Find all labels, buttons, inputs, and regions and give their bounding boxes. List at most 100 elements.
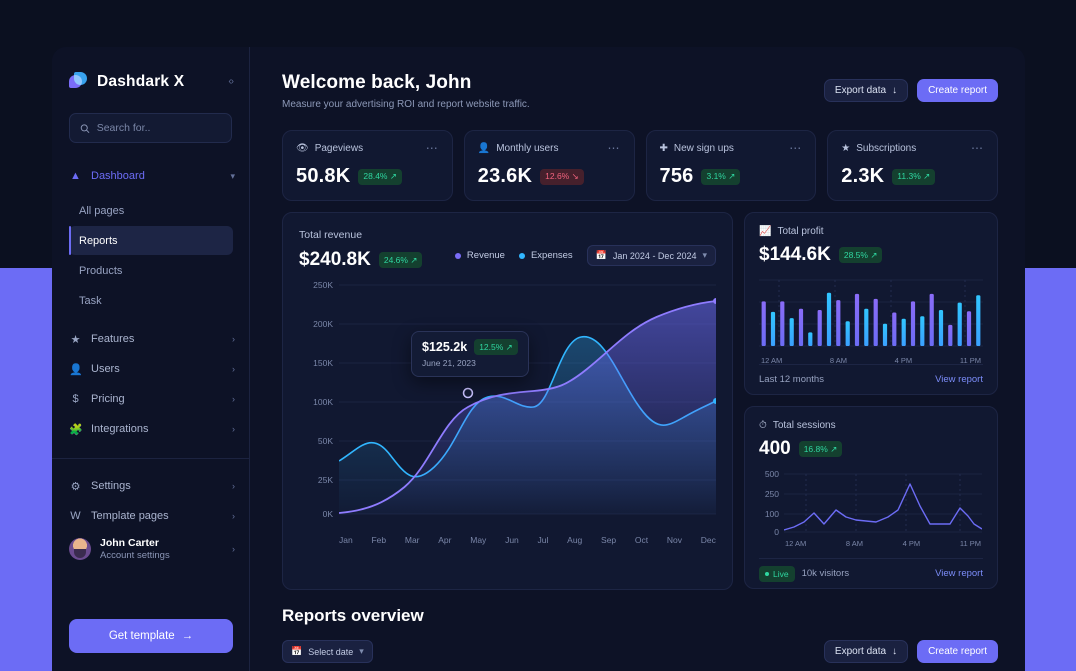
revenue-plot-area (339, 281, 716, 516)
right-column: 📈 Total profit $144.6K 28.5% ↗ (744, 212, 998, 590)
legend-item-revenue[interactable]: Revenue (455, 250, 505, 261)
export-data-button[interactable]: Export data ↓ (824, 79, 908, 102)
brand-logo[interactable]: Dashdark X ‹› (52, 47, 249, 91)
legend-item-expenses[interactable]: Expenses (519, 250, 573, 261)
star-icon: ★ (69, 333, 82, 346)
revenue-title-block: Total revenue $240.8K 24.6% ↗ (299, 229, 422, 271)
chevron-right-icon: › (232, 334, 235, 344)
reports-overview-section: Reports overview 📅 Select date ▾ Export … (282, 606, 998, 663)
x-tick: May (470, 535, 486, 545)
tooltip-change-badge: 12.5% ↗ (474, 339, 518, 355)
y-tick: 150K (313, 358, 333, 368)
user-subtitle: Account settings (100, 550, 170, 562)
line-chart-icon: 📈 (759, 226, 771, 237)
profit-bar (790, 318, 794, 346)
sidebar-collapse-icon[interactable]: ‹› (228, 76, 233, 87)
kpi-card-subscriptions[interactable]: ★ Subscriptions ⋯ 2.3K 11.3% ↗ (827, 130, 998, 201)
get-template-button[interactable]: Get template → (69, 619, 233, 653)
kpi-change-value: 11.3% (897, 171, 920, 181)
kpi-label: Subscriptions (856, 143, 916, 154)
profit-bar (948, 325, 952, 346)
export-data-button-bottom[interactable]: Export data ↓ (824, 640, 908, 663)
kpi-card-new-signups[interactable]: ✚ New sign ups ⋯ 756 3.1% ↗ (646, 130, 817, 201)
date-range-picker[interactable]: 📅 Jan 2024 - Dec 2024 ▾ (587, 245, 716, 266)
kpi-value-row: 756 3.1% ↗ (660, 165, 803, 188)
kpi-change-badge: 12.6% ↘ (540, 169, 584, 185)
sidebar-item-template-pages[interactable]: W Template pages › (52, 501, 249, 531)
total-profit-card: 📈 Total profit $144.6K 28.5% ↗ (744, 212, 998, 395)
sidebar-item-users[interactable]: 👤 Users › (52, 354, 249, 384)
chevron-down-icon: ▾ (359, 646, 364, 657)
kpi-more-icon[interactable]: ⋯ (971, 145, 984, 152)
y-tick: 250 (765, 489, 779, 499)
sessions-change-value: 16.8% (804, 444, 828, 454)
search-box[interactable] (69, 113, 232, 143)
user-icon: 👤 (478, 143, 490, 154)
create-report-button[interactable]: Create report (917, 79, 998, 102)
x-tick: 8 AM (846, 539, 863, 548)
sidebar-item-integrations[interactable]: 🧩 Integrations › (52, 414, 249, 444)
sessions-value: 400 (759, 438, 791, 460)
sidebar-item-settings[interactable]: ⚙ Settings › (52, 471, 249, 501)
profit-view-report-link[interactable]: View report (935, 374, 983, 385)
sidebar-item-dashboard[interactable]: ▲ Dashboard ▾ (52, 161, 249, 191)
kpi-more-icon[interactable]: ⋯ (608, 145, 621, 152)
y-tick: 100 (765, 509, 779, 519)
sidebar-item-reports[interactable]: Reports (69, 226, 233, 255)
revenue-header: Total revenue $240.8K 24.6% ↗ Reve (299, 229, 716, 271)
trend-up-icon: ↗ (728, 171, 735, 181)
sidebar-item-task[interactable]: Task (69, 286, 233, 315)
revenue-value-row: $240.8K 24.6% ↗ (299, 249, 422, 271)
kpi-card-monthly-users[interactable]: 👤 Monthly users ⋯ 23.6K 12.6% ↘ (464, 130, 635, 201)
kpi-more-icon[interactable]: ⋯ (789, 145, 802, 152)
profit-bar (976, 295, 980, 346)
x-tick: Nov (667, 535, 682, 545)
kpi-card-pageviews[interactable]: 👁 Pageviews ⋯ 50.8K 28.4% ↗ (282, 130, 453, 201)
profit-bar (762, 301, 766, 346)
x-tick: Dec (701, 535, 716, 545)
kpi-card-header: ✚ New sign ups ⋯ (660, 143, 803, 154)
y-tick: 200K (313, 319, 333, 329)
select-date-picker[interactable]: 📅 Select date ▾ (282, 640, 373, 663)
profit-bar (846, 321, 850, 346)
sidebar-item-pricing[interactable]: $ Pricing › (52, 384, 249, 414)
sidebar-item-label: Users (91, 363, 120, 375)
sessions-view-report-link[interactable]: View report (935, 568, 983, 579)
profit-footer-label: Last 12 months (759, 374, 824, 385)
calendar-icon: 📅 (596, 250, 607, 261)
page-subtitle: Measure your advertising ROI and report … (282, 99, 530, 110)
chevron-right-icon: › (232, 481, 235, 491)
kpi-more-icon[interactable]: ⋯ (426, 145, 439, 152)
kpi-label: Monthly users (496, 143, 558, 154)
x-tick: Aug (567, 535, 582, 545)
sidebar-item-all-pages[interactable]: All pages (69, 196, 233, 225)
search-icon (80, 123, 90, 134)
tooltip-date: June 21, 2023 (422, 358, 518, 368)
legend-dot-icon (519, 253, 525, 259)
revenue-plot: 250K 200K 150K 100K 50K 25K 0K (299, 281, 716, 549)
profit-change-badge: 28.5% ↗ (839, 247, 883, 263)
kpi-value-row: 23.6K 12.6% ↘ (478, 165, 621, 188)
profit-bar (827, 293, 831, 346)
sidebar-item-features[interactable]: ★ Features › (52, 324, 249, 354)
sidebar-item-products[interactable]: Products (69, 256, 233, 285)
create-report-button-bottom[interactable]: Create report (917, 640, 998, 663)
profit-bar (892, 313, 896, 347)
kpi-change-badge: 28.4% ↗ (358, 169, 402, 185)
kpi-card-header: 👤 Monthly users ⋯ (478, 143, 621, 154)
download-icon: ↓ (892, 646, 897, 657)
y-tick: 100K (313, 397, 333, 407)
get-template-label: Get template (109, 630, 175, 642)
search-input[interactable] (97, 122, 221, 134)
trend-up-icon: ↗ (923, 171, 930, 181)
sidebar-subitem-label: Reports (79, 235, 118, 247)
sidebar-user-account[interactable]: John Carter Account settings › (52, 531, 249, 567)
sessions-title: Total sessions (773, 420, 836, 431)
kpi-value-row: 50.8K 28.4% ↗ (296, 165, 439, 188)
chevron-right-icon: › (232, 364, 235, 374)
sidebar-divider (52, 458, 249, 459)
calendar-icon: 📅 (291, 646, 302, 657)
export-data-label: Export data (835, 646, 886, 657)
chevron-right-icon: › (232, 511, 235, 521)
kpi-row: 👁 Pageviews ⋯ 50.8K 28.4% ↗ 👤 Monthly us… (282, 130, 998, 201)
